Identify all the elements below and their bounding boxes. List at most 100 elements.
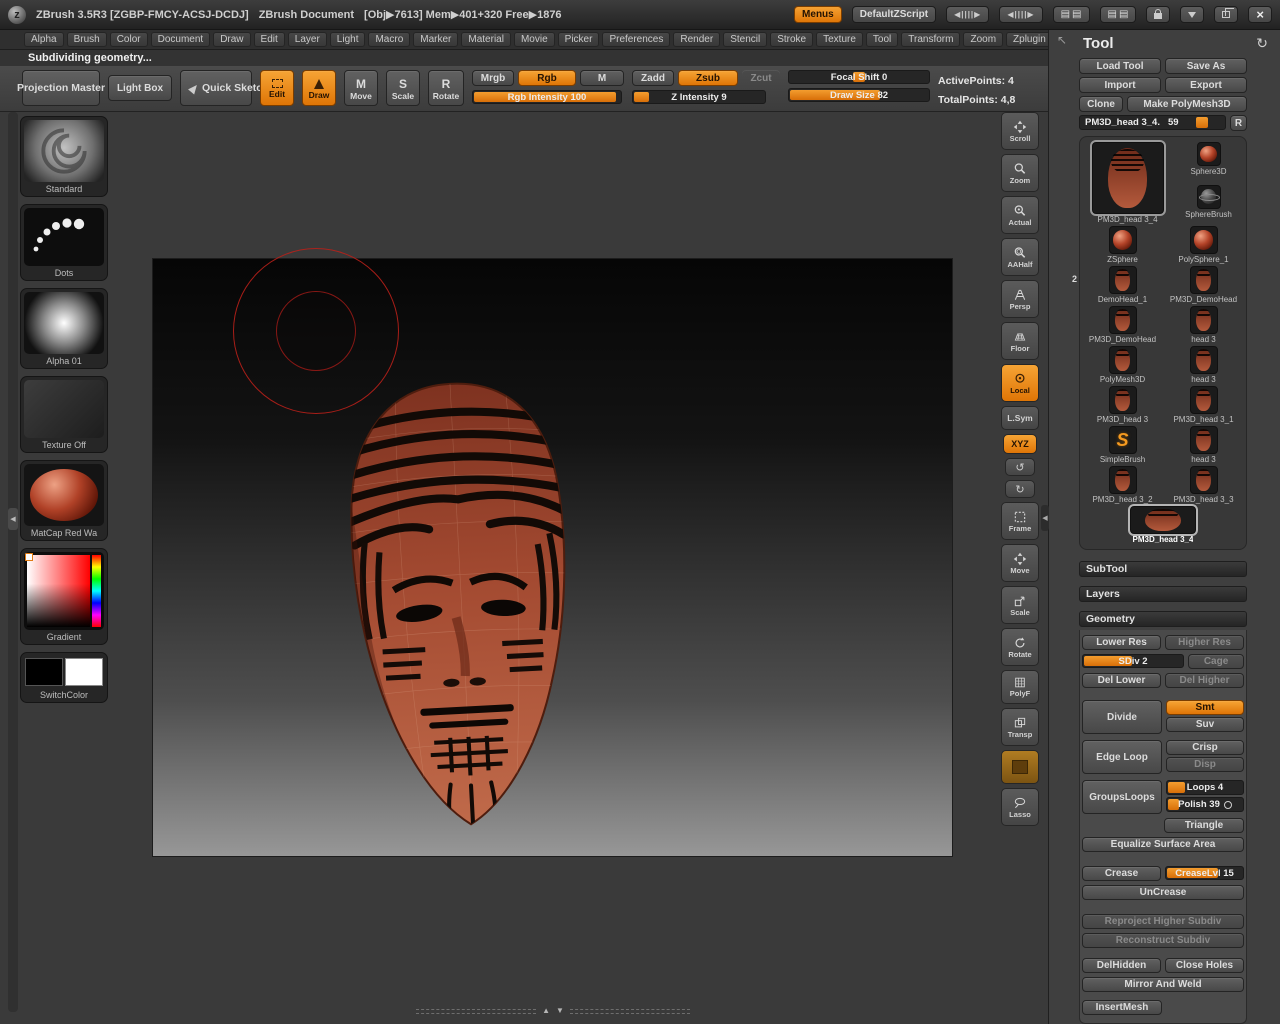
projection-master-button[interactable]: Projection Master [22,70,100,106]
tool-item[interactable]: PolySphere_1 [1165,226,1242,264]
scrub-widget-2[interactable]: ◀||||▶ [999,6,1042,23]
tool-item[interactable]: PM3D_DemoHead [1165,266,1242,304]
hue-strip[interactable] [92,555,101,627]
menu-alpha[interactable]: Alpha [24,32,64,47]
switch-color[interactable]: SwitchColor [20,652,108,703]
scrub-widget-1[interactable]: ◀||||▶ [946,6,989,23]
uncrease-button[interactable]: UnCrease [1082,885,1244,900]
restore-button[interactable] [1214,6,1238,23]
sdiv-slider[interactable]: SDiv 2 [1082,654,1184,668]
tool-item[interactable]: PM3D_head 3_1 [1165,386,1242,424]
secondary-color-swatch[interactable] [65,658,103,686]
groups-loops-button[interactable]: GroupsLoops [1082,780,1162,814]
menu-brush[interactable]: Brush [67,32,107,47]
scale-3d-button[interactable]: Scale [1001,586,1039,624]
import-button[interactable]: Import [1079,77,1161,93]
polish-toggle-icon[interactable] [1224,801,1232,809]
lower-res-button[interactable]: Lower Res [1082,635,1161,650]
menu-material[interactable]: Material [461,32,511,47]
menu-stroke[interactable]: Stroke [770,32,813,47]
menu-macro[interactable]: Macro [368,32,410,47]
quick-sketch-button[interactable]: Quick Sketch [180,70,252,106]
menu-preferences[interactable]: Preferences [602,32,670,47]
menu-texture[interactable]: Texture [816,32,863,47]
tool-item[interactable]: PM3D_head 3 [1084,386,1161,424]
tool-item-active[interactable]: PM3D_head 3_4 [1084,506,1242,544]
ghost-button[interactable] [1001,750,1039,784]
saturation-area[interactable] [27,555,90,627]
menu-tool[interactable]: Tool [866,32,898,47]
color-picker[interactable]: Gradient [20,548,108,645]
scroll-down-icon[interactable]: ▼ [556,1007,564,1015]
lock-button[interactable] [1146,6,1170,23]
tool-item[interactable]: PolyMesh3D [1084,346,1161,384]
make-polymesh3d-button[interactable]: Make PolyMesh3D [1127,96,1247,112]
spin-left-button[interactable]: ↺ [1005,458,1035,476]
m-button[interactable]: M [580,70,624,86]
edge-loop-button[interactable]: Edge Loop [1082,740,1162,774]
refresh-icon[interactable]: ↻ [1256,35,1268,52]
insert-mesh-button[interactable]: InsertMesh [1082,1000,1162,1015]
divide-button[interactable]: Divide [1082,700,1162,734]
doc-layout-button-2[interactable]: ▤▤ [1100,6,1137,23]
xyz-button[interactable]: XYZ [1003,434,1037,454]
geometry-section-header[interactable]: Geometry [1079,611,1247,627]
subtool-section-header[interactable]: SubTool [1079,561,1247,577]
higher-res-button[interactable]: Higher Res [1165,635,1244,650]
zsub-button[interactable]: Zsub [678,70,738,86]
tool-item[interactable]: Sphere3D [1175,142,1242,182]
del-higher-button[interactable]: Del Higher [1165,673,1244,688]
corner-arrow-icon[interactable]: ↖ [1057,33,1067,47]
close-holes-button[interactable]: Close Holes [1165,958,1244,973]
right-tray-divider-arrow-icon[interactable]: ◀ [1041,505,1049,531]
menu-edit[interactable]: Edit [254,32,285,47]
crisp-button[interactable]: Crisp [1166,740,1244,755]
persp-button[interactable]: Persp [1001,280,1039,318]
tool-item-selected[interactable]: PM3D_head 3_4 [1084,142,1171,224]
transp-button[interactable]: Transp [1001,708,1039,746]
menu-zoom[interactable]: Zoom [963,32,1003,47]
zoom-button[interactable]: Zoom [1001,154,1039,192]
scale-button[interactable]: S Scale [386,70,420,106]
rotate-button[interactable]: R Rotate [428,70,464,106]
tool-item[interactable]: SimpleBrush [1084,426,1161,464]
rgb-button[interactable]: Rgb [518,70,576,86]
suv-button[interactable]: Suv [1166,717,1244,732]
draw-size-slider[interactable]: Draw Size 82 [788,88,930,102]
scroll-button[interactable]: Scroll [1001,112,1039,150]
tool-item[interactable]: ZSphere [1084,226,1161,264]
menu-picker[interactable]: Picker [558,32,600,47]
texture-selector[interactable]: Texture Off [20,376,108,453]
rotate-3d-button[interactable]: Rotate [1001,628,1039,666]
tool-item[interactable]: PM3D_head 3_2 [1084,466,1161,504]
stroke-selector[interactable]: Dots [20,204,108,281]
zcut-button[interactable]: Zcut [742,70,780,86]
del-lower-button[interactable]: Del Lower [1082,673,1161,688]
z-intensity-slider[interactable]: Z Intensity 9 [632,90,766,104]
sculpt-model[interactable] [289,365,633,843]
menu-zplugin[interactable]: Zplugin [1006,32,1053,47]
export-button[interactable]: Export [1165,77,1247,93]
minimize-button[interactable] [1180,6,1204,23]
menu-light[interactable]: Light [330,32,366,47]
menu-document[interactable]: Document [151,32,211,47]
actual-button[interactable]: Actual [1001,196,1039,234]
restore-config-button[interactable]: R [1230,115,1247,131]
draw-button[interactable]: Draw [302,70,336,106]
delhidden-button[interactable]: DelHidden [1082,958,1161,973]
mrgb-button[interactable]: Mrgb [472,70,514,86]
alpha-selector[interactable]: Alpha 01 [20,288,108,369]
polish-slider[interactable]: Polish 39 [1166,797,1244,812]
edit-button[interactable]: Edit [260,70,294,106]
doc-layout-button-1[interactable]: ▤▤ [1053,6,1090,23]
polyframe-button[interactable]: PolyF [1001,670,1039,704]
aahalf-button[interactable]: AAHalf [1001,238,1039,276]
menu-draw[interactable]: Draw [213,32,250,47]
move-3d-button[interactable]: Move [1001,544,1039,582]
tool-item[interactable]: head 3 [1165,426,1242,464]
menu-render[interactable]: Render [673,32,720,47]
tool-item[interactable]: PM3D_DemoHead [1084,306,1161,344]
light-box-button[interactable]: Light Box [108,75,172,101]
tool-item[interactable]: head 3 [1165,346,1242,384]
menu-marker[interactable]: Marker [413,32,458,47]
